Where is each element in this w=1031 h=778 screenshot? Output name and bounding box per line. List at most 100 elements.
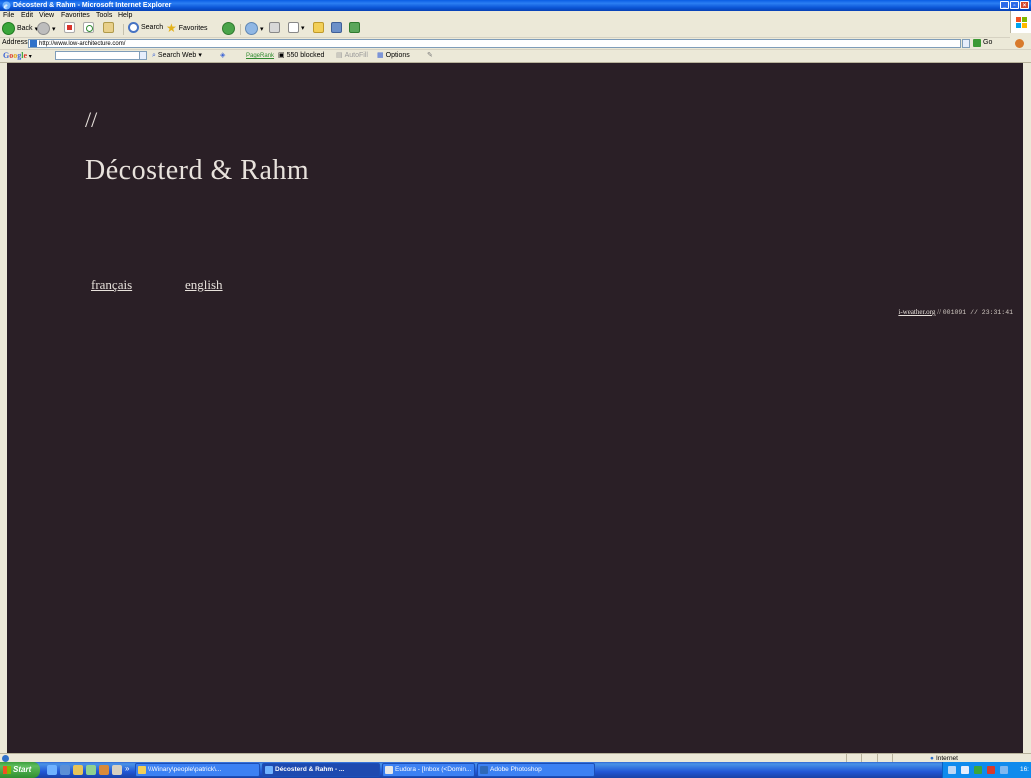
folder-button[interactable] — [313, 22, 324, 33]
messenger-button[interactable] — [349, 22, 360, 33]
menu-file[interactable]: File — [3, 11, 14, 21]
menu-favorites[interactable]: Favorites — [61, 11, 90, 21]
pagerank-indicator[interactable]: PageRank — [246, 51, 274, 61]
windows-logo-icon — [1010, 11, 1031, 33]
edit-button[interactable]: ▾ — [288, 22, 305, 33]
standard-toolbar: Back ▾ ▾ Search ★ Favorites ▾ ▾ — [0, 21, 1010, 38]
folder-icon — [138, 766, 146, 774]
address-bar: Address http://www.low-architecture.com/… — [0, 38, 1031, 50]
taskbar: Start » \\Winary\people\patrick\... Déco… — [0, 762, 1031, 778]
task-eudora[interactable]: Eudora - [Inbox (<Domin... — [382, 763, 475, 777]
address-label: Address — [2, 39, 28, 46]
menu-edit[interactable]: Edit — [21, 11, 33, 21]
highlight-button[interactable]: ✎ — [427, 51, 433, 61]
research-icon — [331, 22, 342, 33]
toolbar-separator — [240, 24, 241, 35]
tray-network-icon[interactable] — [948, 766, 956, 774]
popup-blocker-button[interactable]: ▣ 550 blocked — [278, 51, 324, 61]
tray-av-icon[interactable] — [974, 766, 982, 774]
search-button[interactable]: Search — [128, 22, 163, 33]
back-label: Back — [17, 25, 33, 32]
google-search-dropdown[interactable] — [139, 51, 147, 60]
weather-code: 001091 // 23:31:41 — [942, 309, 1013, 316]
address-url: http://www.low-architecture.com/ — [39, 41, 126, 47]
quicklaunch-firefox-icon[interactable] — [99, 765, 109, 775]
blocked-count: 550 blocked — [286, 52, 325, 59]
weather-link[interactable]: i-weather.org — [898, 308, 935, 316]
task-ie-active[interactable]: Décosterd & Rahm - ... — [262, 763, 380, 777]
maximize-button[interactable]: ▫ — [1010, 1, 1019, 9]
history-button[interactable] — [222, 22, 235, 35]
link-francais[interactable]: français — [91, 277, 132, 293]
task-folder[interactable]: \\Winary\people\patrick\... — [135, 763, 260, 777]
tray-volume-icon[interactable] — [1000, 766, 1008, 774]
page-icon — [30, 40, 37, 47]
address-dropdown-button[interactable] — [962, 39, 970, 48]
edit-dropdown-icon[interactable]: ▾ — [301, 24, 305, 32]
mail-button[interactable]: ▾ — [245, 22, 264, 35]
news-button[interactable]: ◈ — [220, 51, 225, 61]
minimize-button[interactable]: _ — [1000, 1, 1009, 9]
quicklaunch-overflow[interactable]: » — [125, 764, 129, 773]
tray-alert-icon[interactable] — [987, 766, 995, 774]
task-label: \\Winary\people\patrick\... — [148, 766, 222, 773]
favorites-label: Favorites — [178, 24, 208, 32]
toolbar-extension-icon[interactable] — [1015, 39, 1024, 48]
start-button[interactable]: Start — [0, 762, 40, 778]
search-web-label: Search Web — [157, 52, 197, 59]
search-label: Search — [141, 24, 164, 31]
quicklaunch-desktop-icon[interactable] — [60, 765, 70, 775]
research-button[interactable] — [331, 22, 342, 33]
back-arrow-icon — [2, 22, 15, 35]
pagerank-label: PageRank — [246, 53, 275, 59]
refresh-button[interactable] — [83, 22, 94, 33]
print-button[interactable] — [269, 22, 280, 33]
autofill-label: AutoFill — [344, 52, 368, 59]
history-icon — [222, 22, 235, 35]
search-web-button[interactable]: ⌕ Search Web ▾ — [152, 51, 202, 61]
address-input[interactable]: http://www.low-architecture.com/ — [28, 39, 961, 48]
quicklaunch-ie-icon[interactable] — [47, 765, 57, 775]
google-toolbar: Google ▾ ⌕ Search Web ▾ ◈ PageRank ▣ 550… — [0, 50, 1031, 63]
svg-text:e: e — [4, 2, 8, 11]
quicklaunch-app-icon[interactable] — [86, 765, 96, 775]
search-icon — [128, 22, 139, 33]
news-icon: ◈ — [220, 52, 226, 59]
clock[interactable]: 16: — [1020, 762, 1029, 778]
window-frame-left — [0, 63, 7, 753]
go-arrow-icon[interactable] — [973, 39, 981, 47]
browser-window: e Décosterd & Rahm - Microsoft Internet … — [0, 0, 1031, 763]
mail-dropdown-icon[interactable]: ▾ — [260, 25, 264, 33]
tray-printer-icon[interactable] — [961, 766, 969, 774]
home-button[interactable] — [103, 22, 114, 33]
windows-flag-icon — [3, 766, 11, 774]
link-english[interactable]: english — [185, 277, 223, 293]
close-button[interactable]: × — [1020, 1, 1029, 9]
forward-dropdown-icon[interactable]: ▾ — [52, 25, 56, 33]
options-button[interactable]: ▦ Options — [377, 51, 410, 61]
print-icon — [269, 22, 280, 33]
quicklaunch-tool-icon[interactable] — [112, 765, 122, 775]
google-search-input[interactable] — [55, 51, 147, 60]
autofill-button[interactable]: ▤ AutoFill — [336, 51, 368, 61]
title-bar[interactable]: e Décosterd & Rahm - Microsoft Internet … — [0, 0, 1031, 11]
back-button[interactable]: Back ▾ — [2, 22, 38, 35]
home-icon — [103, 22, 114, 33]
window-controls: _ ▫ × — [1000, 1, 1029, 9]
menu-view[interactable]: View — [39, 11, 54, 21]
favorites-button[interactable]: ★ Favorites — [166, 22, 208, 34]
pencil-icon: ✎ — [427, 52, 433, 59]
stop-button[interactable] — [64, 22, 75, 33]
photoshop-icon — [480, 766, 488, 774]
refresh-icon — [83, 22, 94, 33]
menu-tools[interactable]: Tools — [96, 11, 112, 21]
vertical-scrollbar[interactable] — [1023, 63, 1031, 753]
search-web-dropdown-icon[interactable]: ▾ — [198, 51, 202, 61]
go-button[interactable]: Go — [983, 39, 992, 46]
task-photoshop[interactable]: Adobe Photoshop — [477, 763, 595, 777]
menu-help[interactable]: Help — [118, 11, 132, 21]
window-title: Décosterd & Rahm - Microsoft Internet Ex… — [13, 2, 172, 9]
google-logo[interactable]: Google ▾ — [3, 51, 32, 60]
quicklaunch-folder-icon[interactable] — [73, 765, 83, 775]
forward-button[interactable]: ▾ — [37, 22, 56, 35]
